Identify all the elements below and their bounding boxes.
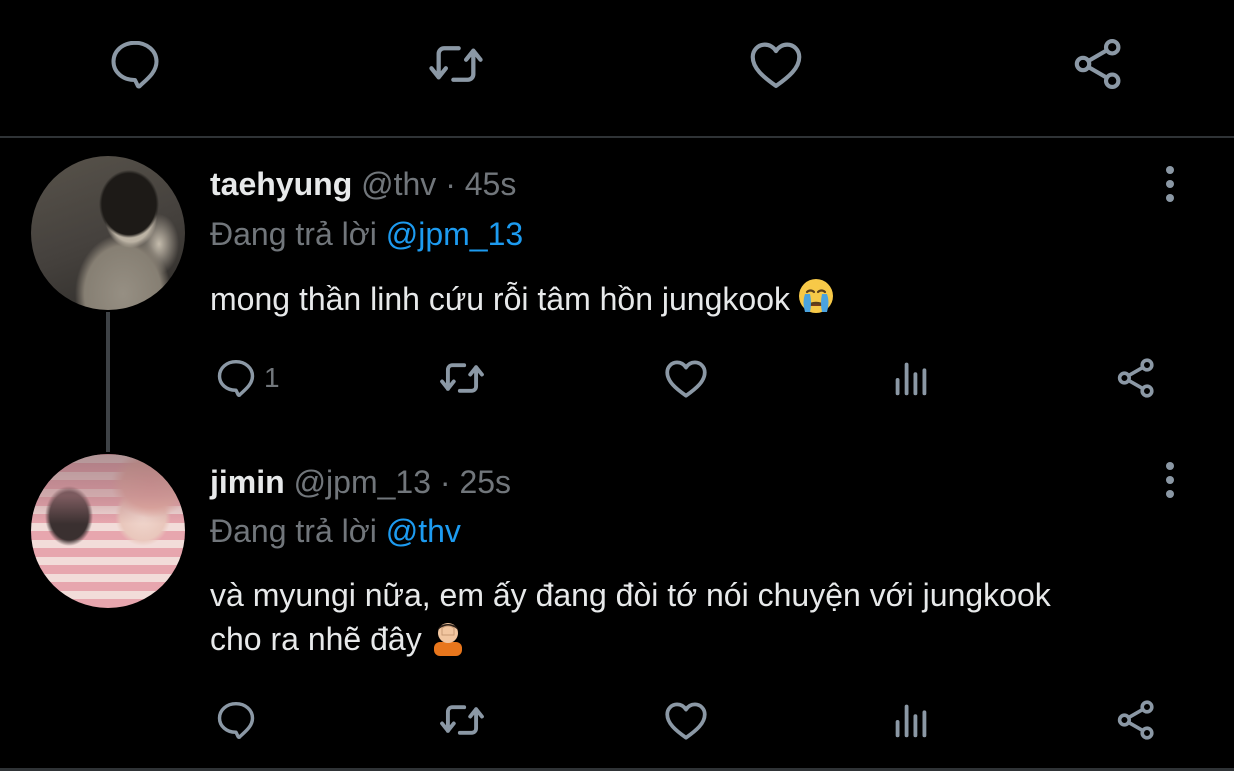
heart-icon xyxy=(665,702,707,740)
timestamp[interactable]: 25s xyxy=(459,464,511,500)
retweet-icon xyxy=(440,705,484,735)
more-vertical-icon xyxy=(1166,163,1174,205)
speech-bubble-icon xyxy=(217,359,255,397)
heart-icon xyxy=(665,360,707,398)
like-button[interactable] xyxy=(660,694,712,746)
speech-bubble-icon xyxy=(217,701,255,739)
replying-to-line: Đang trả lời @jpm_13 xyxy=(210,214,523,254)
share-button[interactable] xyxy=(1110,694,1162,746)
share-icon xyxy=(1074,38,1121,90)
reply-button[interactable] xyxy=(210,352,262,404)
replying-prefix: Đang trả lời xyxy=(210,216,377,252)
more-options-button[interactable] xyxy=(1152,160,1188,208)
analytics-icon xyxy=(895,704,927,738)
replying-to-mention[interactable]: @jpm_13 xyxy=(386,216,523,252)
tweet-text-content: mong thần linh cứu rỗi tâm hồn jungkook xyxy=(210,281,790,317)
retweet-icon xyxy=(429,46,483,82)
tweet-text-line-2: cho ra nhẽ đây xyxy=(210,621,422,657)
avatar[interactable] xyxy=(31,454,185,608)
like-button[interactable] xyxy=(660,352,712,404)
analytics-button[interactable] xyxy=(885,694,937,746)
reply-button[interactable] xyxy=(210,694,262,746)
speech-bubble-icon xyxy=(111,40,159,89)
share-icon xyxy=(1117,700,1154,740)
analytics-icon xyxy=(895,362,927,396)
replying-to-mention[interactable]: @thv xyxy=(386,513,461,549)
tweet-header: taehyung @thv · 45s xyxy=(210,164,516,204)
more-vertical-icon xyxy=(1166,459,1174,501)
timestamp[interactable]: 45s xyxy=(465,166,517,202)
more-options-button[interactable] xyxy=(1152,456,1188,504)
display-name[interactable]: jimin xyxy=(210,464,285,500)
retweet-icon xyxy=(440,363,484,393)
separator-dot: · xyxy=(439,464,451,500)
share-button[interactable] xyxy=(1110,352,1162,404)
retweet-button[interactable] xyxy=(436,694,488,746)
like-button[interactable] xyxy=(744,32,808,96)
crying-face-emoji xyxy=(796,276,836,316)
main-tweet-action-bar xyxy=(0,0,1234,136)
tweet-header: jimin @jpm_13 · 25s xyxy=(210,462,511,502)
display-name[interactable]: taehyung xyxy=(210,166,352,202)
retweet-button[interactable] xyxy=(424,32,488,96)
thread-connector-line xyxy=(106,312,110,452)
reply-count: 1 xyxy=(264,362,280,393)
tweet-text: mong thần linh cứu rỗi tâm hồn jungkook xyxy=(210,276,1210,320)
heart-icon xyxy=(750,42,802,89)
avatar[interactable] xyxy=(31,156,185,310)
replying-prefix: Đang trả lời xyxy=(210,513,377,549)
user-handle[interactable]: @jpm_13 xyxy=(294,464,431,500)
retweet-button[interactable] xyxy=(436,352,488,404)
tweet-text-line-1: và myungi nữa, em ấy đang đòi tớ nói chu… xyxy=(210,577,1051,613)
user-handle[interactable]: @thv xyxy=(361,166,436,202)
tweet-thread-screen: taehyung @thv · 45s Đang trả lời @jpm_13… xyxy=(0,0,1234,771)
tweet-text: và myungi nữa, em ấy đang đòi tớ nói chu… xyxy=(210,574,1210,660)
tweet-text-line-2-wrap: cho ra nhẽ đây xyxy=(210,616,1210,660)
reply-button[interactable] xyxy=(103,32,167,96)
separator-dot: · xyxy=(445,166,456,202)
analytics-button[interactable] xyxy=(885,352,937,404)
replying-to-line: Đang trả lời @thv xyxy=(210,511,461,551)
share-button[interactable] xyxy=(1066,32,1130,96)
divider xyxy=(0,136,1234,138)
share-icon xyxy=(1117,358,1154,398)
facepalm-emoji xyxy=(428,616,468,656)
